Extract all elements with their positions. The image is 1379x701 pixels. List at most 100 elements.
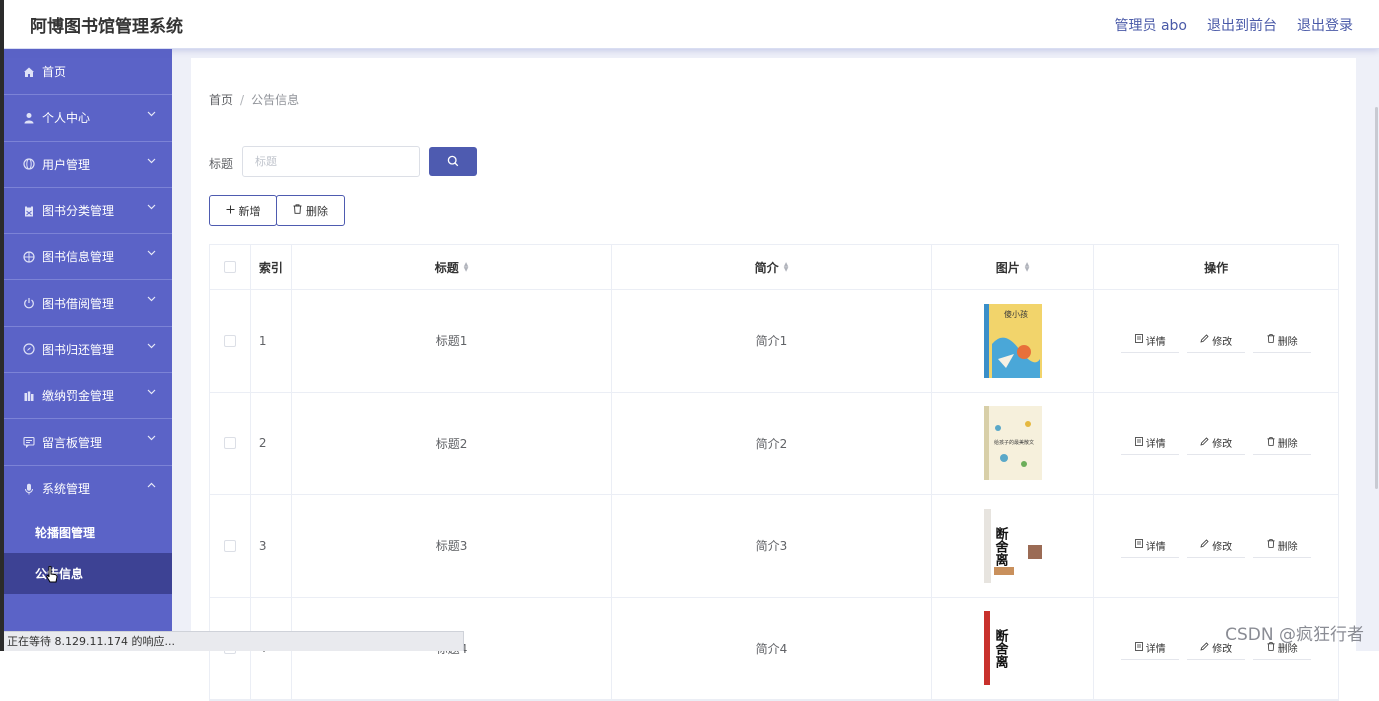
delete-button[interactable]: 删除	[1253, 431, 1312, 456]
content-panel: 首页 / 公告信息 标题 新增 删除 索引 标题 ▲▼ 简介	[191, 58, 1356, 701]
trash-icon	[1267, 436, 1275, 449]
mouse-cursor-icon	[46, 565, 58, 588]
row-checkbox[interactable]	[223, 437, 236, 450]
document-icon	[1134, 436, 1143, 449]
plus-icon	[226, 204, 235, 217]
chevron-down-icon	[147, 156, 156, 167]
header-image[interactable]: 图片 ▲ ▼	[932, 245, 1095, 289]
row-image-cell: 给孩子的最美散文	[932, 392, 1095, 494]
row-ops: 详情 修改 删除	[1094, 495, 1338, 597]
chevron-down-icon	[147, 433, 156, 444]
detail-label: 详情	[1145, 439, 1166, 451]
search-label: 标题	[209, 157, 234, 171]
row-checkbox[interactable]	[223, 539, 236, 552]
sidebar-item-label: 系统管理	[42, 482, 91, 497]
vertical-scrollbar[interactable]	[1375, 107, 1378, 489]
sidebar-subitem-carousel[interactable]: 轮播图管理	[4, 511, 172, 553]
sidebar-item-label: 首页	[42, 65, 67, 80]
chevron-up-icon	[147, 480, 156, 491]
table-row: 1 标题1 简介1 傻小孩 详情 修改 删除	[210, 290, 1338, 393]
breadcrumb-home[interactable]: 首页	[209, 93, 233, 107]
row-image-cell: 断舍离	[932, 495, 1095, 597]
row-image-cell: 断舍离	[932, 597, 1095, 699]
delete-button[interactable]: 删除	[1253, 328, 1312, 353]
detail-button[interactable]: 详情	[1121, 533, 1180, 558]
breadcrumb-current: 公告信息	[251, 93, 300, 107]
select-all-checkbox[interactable]	[223, 261, 236, 273]
logout-link[interactable]: 退出登录	[1297, 15, 1353, 35]
trash-icon	[293, 204, 302, 217]
chevron-down-icon	[147, 294, 156, 305]
search-icon	[447, 152, 459, 171]
header-image-label: 图片	[995, 260, 1020, 275]
edit-label: 修改	[1212, 336, 1233, 348]
sidebar-item-book-borrow[interactable]: 图书借阅管理	[4, 280, 172, 327]
book-cover-image[interactable]: 断舍离	[983, 508, 1042, 583]
sort-icon[interactable]: ▲ ▼	[1025, 262, 1030, 273]
detail-button[interactable]: 详情	[1121, 431, 1180, 456]
row-checkbox[interactable]	[223, 334, 236, 347]
delete-label: 删除	[1277, 541, 1298, 553]
cover-text: 断舍离	[992, 526, 1008, 567]
document-icon	[1134, 539, 1143, 551]
edit-button[interactable]: 修改	[1187, 328, 1246, 353]
sidebar-item-fine-payment[interactable]: 缴纳罚金管理	[4, 373, 172, 420]
sidebar-item-label: 图书信息管理	[42, 250, 115, 265]
row-desc: 简介1	[612, 290, 932, 392]
title-search-input[interactable]	[242, 146, 420, 177]
header-title[interactable]: 标题 ▲ ▼	[292, 245, 613, 289]
sidebar-item-label: 图书借阅管理	[42, 296, 115, 311]
sidebar-item-home[interactable]: 首页	[4, 49, 172, 96]
header-desc[interactable]: 简介 ▲ ▼	[612, 245, 932, 289]
sidebar-item-user-management[interactable]: 用户管理	[4, 142, 172, 188]
header-index-label: 索引	[258, 260, 283, 275]
delete-button[interactable]: 删除	[1253, 533, 1312, 558]
sidebar-item-book-return[interactable]: 图书归还管理	[4, 327, 172, 374]
detail-button[interactable]: 详情	[1121, 636, 1180, 661]
batch-delete-button[interactable]: 删除	[276, 195, 345, 226]
sidebar-item-book-category[interactable]: 图书分类管理	[4, 188, 172, 235]
sidebar-item-book-info[interactable]: 图书信息管理	[4, 234, 172, 281]
cover-text: 给孩子的最美散文	[994, 439, 1034, 446]
row-checkbox-cell	[210, 392, 251, 494]
sidebar-item-label: 图书归还管理	[42, 342, 115, 357]
sidebar-item-personal-center[interactable]: 个人中心	[4, 95, 172, 142]
chevron-down-icon	[147, 248, 156, 259]
book-cover-image[interactable]: 给孩子的最美散文	[983, 406, 1042, 481]
book-cover-image[interactable]: 傻小孩	[983, 303, 1042, 378]
header-links: 管理员 abo 退出到前台 退出登录	[1115, 15, 1353, 35]
breadcrumb: 首页 / 公告信息	[209, 91, 299, 108]
row-desc: 简介2	[612, 392, 932, 494]
sidebar-item-message-board[interactable]: 留言板管理	[4, 419, 172, 466]
pencil-icon	[1200, 539, 1209, 551]
sidebar-item-system-management[interactable]: 系统管理	[4, 466, 172, 512]
sidebar-item-label: 留言板管理	[42, 435, 103, 450]
exit-to-frontend-link[interactable]: 退出到前台	[1207, 15, 1277, 35]
sort-icon[interactable]: ▲ ▼	[464, 262, 469, 273]
row-image-cell: 傻小孩	[932, 290, 1095, 392]
add-button[interactable]: 新增	[209, 195, 277, 226]
trash-icon	[1267, 334, 1275, 346]
chevron-down-icon	[147, 341, 156, 352]
row-desc: 简介3	[612, 495, 932, 597]
book-cover-image[interactable]: 断舍离	[983, 611, 1042, 686]
home-icon	[22, 65, 36, 79]
document-icon	[1134, 641, 1143, 654]
top-header: 阿博图书馆管理系统 管理员 abo 退出到前台 退出登录	[4, 0, 1379, 49]
edit-button[interactable]: 修改	[1187, 533, 1246, 558]
sidebar-item-label: 缴纳罚金管理	[42, 389, 115, 404]
table-row: 3 标题3 简介3 断舍离 详情 修改 删除	[210, 495, 1338, 598]
admin-user-link[interactable]: 管理员 abo	[1115, 15, 1187, 35]
header-ops-label: 操作	[1204, 260, 1229, 275]
sidebar-subitem-announcement[interactable]: 公告信息	[4, 552, 172, 594]
row-title: 标题2	[292, 392, 613, 494]
header-checkbox-cell	[210, 245, 251, 289]
detail-button[interactable]: 详情	[1121, 328, 1180, 353]
sort-icon[interactable]: ▲ ▼	[784, 262, 789, 273]
edit-label: 修改	[1212, 541, 1233, 553]
sidebar-item-label: 图书分类管理	[42, 204, 115, 219]
header-desc-label: 简介	[754, 260, 779, 275]
search-button[interactable]	[429, 147, 477, 176]
row-ops: 详情 修改 删除	[1094, 393, 1338, 495]
edit-button[interactable]: 修改	[1187, 431, 1246, 456]
